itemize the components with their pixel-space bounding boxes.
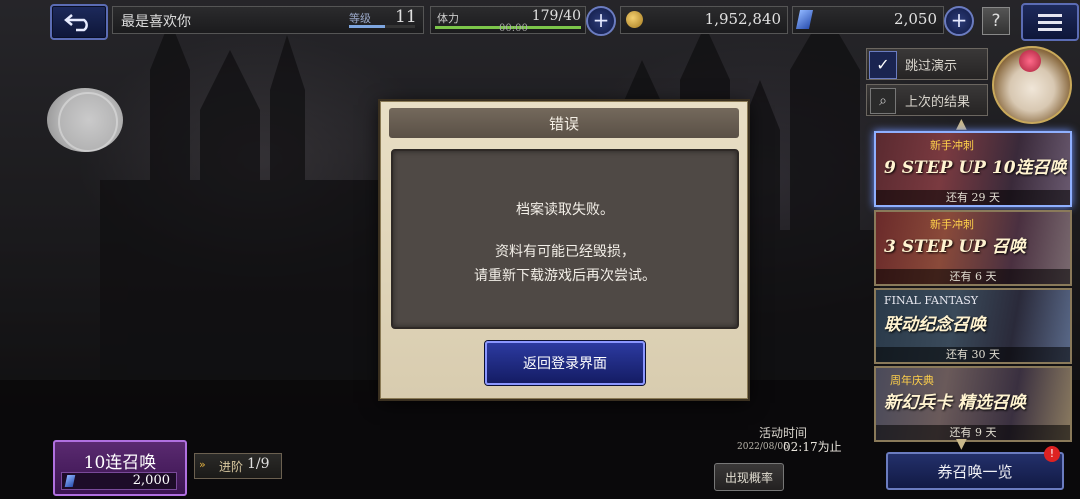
notification-badge: ! — [1044, 446, 1060, 462]
help-icon: ? — [991, 11, 1001, 31]
banner-item[interactable]: 新手冲刺 3 STEP UP 召唤 还有 6 天 — [874, 210, 1072, 286]
lapis-crystal-icon — [795, 10, 814, 29]
player-name: 最是喜欢你 — [121, 14, 191, 30]
error-dialog: 错误 档案读取失败。 资料有可能已经毁损， 请重新下载游戏后再次尝试。 返回登录… — [380, 101, 748, 399]
return-to-login-button[interactable]: 返回登录界面 — [485, 341, 645, 385]
step-arrow-icon: » — [199, 458, 206, 471]
previous-result-label: 上次的结果 — [905, 95, 971, 110]
event-end-date: 2022/08/05 — [737, 442, 789, 452]
lapis-display: 2,050 — [792, 6, 944, 34]
status-bar: 最是喜欢你 等级 11 体力 179/40 00:00 + 1,952,840 … — [0, 0, 1080, 41]
gil-display: 1,952,840 — [620, 6, 788, 34]
event-end-time: 02:17为止 — [783, 440, 842, 454]
magnifier-icon: ⌕ — [870, 88, 896, 114]
error-message-line: 档案读取失败。 — [516, 202, 614, 218]
skip-animation-toggle[interactable]: ✓ 跳过演示 — [866, 48, 988, 80]
previous-result-button[interactable]: ⌕ 上次的结果 — [866, 84, 988, 116]
drop-rate-button[interactable]: 出现概率 — [714, 463, 784, 491]
drop-rate-label: 出现概率 — [724, 471, 773, 485]
level-progress-bar — [349, 25, 415, 28]
back-arrow-icon — [64, 14, 88, 32]
return-to-login-label: 返回登录界面 — [523, 356, 607, 372]
dialog-message-box: 档案读取失败。 资料有可能已经毁损， 请重新下载游戏后再次尝试。 — [391, 149, 739, 329]
checkmark-icon: ✓ — [869, 51, 897, 79]
dialog-title: 错误 — [548, 115, 579, 133]
banner-item[interactable]: FINAL FANTASY 联动纪念召唤 还有 30 天 — [874, 288, 1072, 364]
skip-animation-label: 跳过演示 — [905, 59, 958, 74]
summon-label: 10连召唤 — [83, 453, 157, 473]
plus-icon: + — [592, 8, 610, 32]
banner-item[interactable]: 新手冲刺 9 STEP UP 10连召唤 还有 29 天 — [874, 131, 1072, 207]
gil-value: 1,952,840 — [704, 10, 781, 28]
stamina-timer: 00:00 — [499, 23, 528, 34]
help-button[interactable]: ? — [982, 7, 1010, 35]
voucher-summon-list-button[interactable]: 券召唤一览 — [886, 452, 1064, 490]
stamina-display: 体力 179/40 00:00 — [430, 6, 586, 34]
dialog-header: 错误 — [389, 108, 739, 138]
ten-pull-summon-button[interactable]: 10连召唤 2,000 — [53, 440, 187, 496]
lapis-crystal-icon — [64, 475, 76, 487]
summon-cost-value: 2,000 — [132, 473, 170, 488]
scroll-up-icon[interactable]: ▲ — [956, 116, 967, 132]
error-message-line: 请重新下载游戏后再次尝试。 — [474, 268, 656, 284]
lapis-value: 2,050 — [894, 10, 937, 28]
error-message-line: 资料有可能已经毁损， — [495, 244, 635, 260]
player-info: 最是喜欢你 等级 11 — [112, 6, 424, 34]
moogle-icon[interactable] — [992, 46, 1072, 124]
stamina-value: 179/40 — [531, 8, 581, 24]
plus-icon: + — [950, 8, 968, 32]
lapis-plus-button[interactable]: + — [944, 6, 974, 36]
summon-cost: 2,000 — [61, 472, 177, 490]
menu-button[interactable] — [1021, 3, 1079, 41]
scroll-down-icon[interactable]: ▼ — [956, 436, 967, 452]
hamburger-menu-icon — [1038, 13, 1062, 17]
banner-item[interactable]: 周年庆典 新幻兵卡 精选召唤 还有 9 天 — [874, 366, 1072, 442]
step-label: 进阶 — [219, 460, 244, 474]
stamina-plus-button[interactable]: + — [586, 6, 616, 36]
gil-coin-icon — [626, 11, 643, 28]
loading-ring — [58, 92, 118, 152]
back-button[interactable] — [50, 4, 108, 40]
level-label: 等级 — [349, 12, 371, 25]
voucher-summon-label: 券召唤一览 — [937, 463, 1013, 481]
step-value: 1/9 — [247, 456, 270, 472]
step-progress: » 进阶 1/9 — [194, 453, 282, 479]
stamina-label: 体力 — [437, 12, 459, 25]
level-value: 11 — [395, 7, 417, 27]
level-progress-fill — [349, 25, 386, 28]
